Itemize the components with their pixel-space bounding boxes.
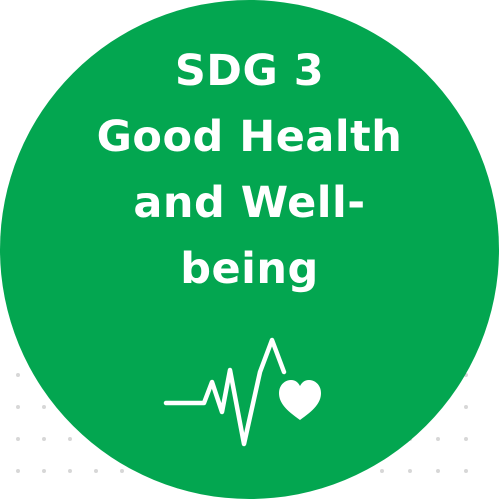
goal-title-line-1: Good Health [96,112,403,162]
goal-title-line-2: and Well- [133,178,366,228]
goal-title-line-3: being [180,244,319,294]
sdg-circle-badge: SDG 3 Good Health and Well- being [0,0,499,499]
sdg-badge-canvas: SDG 3 Good Health and Well- being [0,0,500,499]
badge-text-block: SDG 3 Good Health and Well- being [0,48,499,293]
sdg-code: SDG 3 [174,46,325,96]
heart-icon [279,380,321,420]
heartbeat-line-icon [163,337,321,447]
